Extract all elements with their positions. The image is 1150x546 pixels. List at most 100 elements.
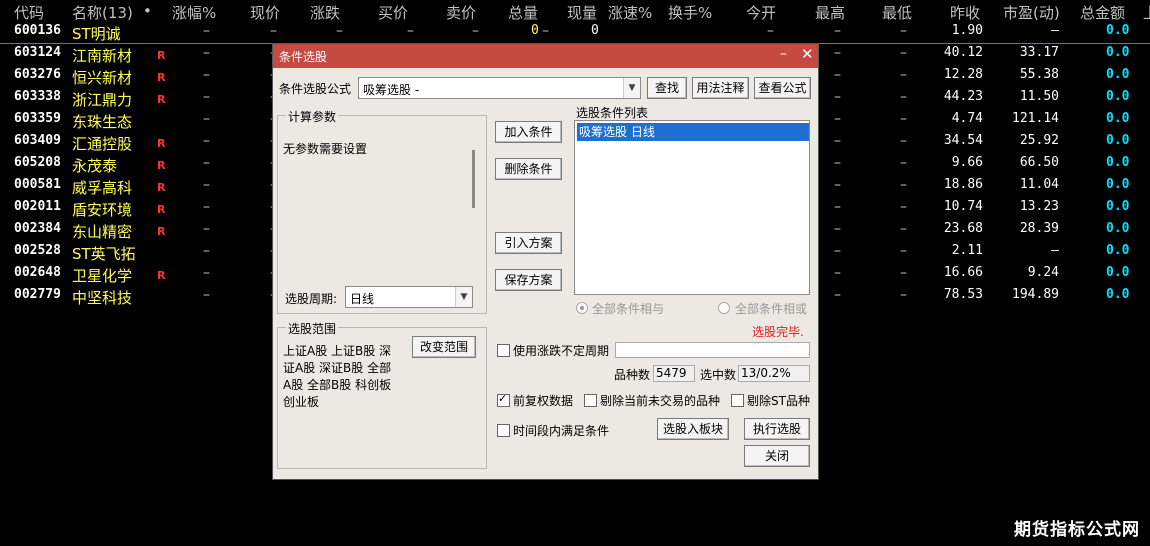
formula-value: 吸筹选股 - [363, 83, 420, 97]
pre-close: 1.90 [951, 23, 983, 38]
col-low[interactable]: 最低 [882, 2, 912, 23]
col-bid[interactable]: 买价 [378, 2, 408, 23]
pre-adjust-checkbox[interactable] [497, 392, 510, 407]
period-label: 选股周期: [285, 292, 338, 306]
range-line: 上证A股 上证B股 深 [283, 344, 392, 358]
col-price[interactable]: 现价 [250, 2, 280, 23]
dialog-titlebar[interactable]: 条件选股 – ✕ [273, 44, 818, 68]
pre-close: 4.74 [951, 111, 983, 126]
close-button[interactable]: 关闭 [744, 445, 810, 467]
change-range-button[interactable]: 改变范围 [412, 336, 476, 358]
close-icon[interactable]: ✕ [801, 45, 814, 63]
empty-cell: – [203, 155, 210, 171]
stock-name: ST明诚 [72, 25, 121, 43]
exclude-st-checkbox[interactable] [731, 394, 744, 407]
empty-cell: – [834, 199, 841, 215]
col-more[interactable]: 上 [1143, 2, 1150, 23]
total-volume: 0 [531, 23, 539, 38]
pe-ratio: – [1051, 243, 1059, 258]
all-or-label: 全部条件相或 [735, 302, 808, 316]
view-formula-button[interactable]: 查看公式 [754, 77, 811, 99]
all-and-radio[interactable] [576, 302, 588, 314]
empty-cell: – [270, 23, 277, 39]
total-amount: 0.0 [1106, 45, 1130, 60]
range-line: 证A股 深证B股 全部 [283, 361, 392, 375]
run-select-button[interactable]: 执行选股 [744, 418, 810, 440]
rights-badge: R [157, 225, 166, 238]
add-condition-button[interactable]: 加入条件 [495, 121, 562, 143]
col-high[interactable]: 最高 [815, 2, 845, 23]
use-period-checkbox[interactable] [497, 344, 510, 357]
calc-params-group: 计算参数 无参数需要设置 选股周期: 日线 ▼ [277, 108, 487, 314]
empty-cell: – [203, 111, 210, 127]
exclude-untraded-checkbox[interactable] [584, 394, 597, 407]
pe-ratio: 194.89 [1012, 287, 1059, 302]
col-pe[interactable]: 市盈(动) [1003, 2, 1060, 23]
empty-cell: – [203, 23, 210, 39]
col-speed[interactable]: 涨速% [608, 2, 652, 23]
find-button[interactable]: 查找 [647, 77, 687, 99]
pre-adjust-label: 前复权数据 [513, 394, 574, 408]
stock-name: 恒兴新材 [72, 69, 133, 87]
empty-cell: – [834, 89, 841, 105]
empty-cell: – [834, 243, 841, 259]
condition-list[interactable]: 吸筹选股 日线 [574, 120, 810, 295]
empty-cell: – [203, 243, 210, 259]
rights-badge: R [157, 71, 166, 84]
to-board-button[interactable]: 选股入板块 [657, 418, 729, 440]
all-or-radio[interactable] [718, 302, 730, 314]
usage-button[interactable]: 用法注释 [692, 77, 749, 99]
pre-close: 2.11 [951, 243, 983, 258]
empty-cell: – [203, 265, 210, 281]
empty-cell: – [900, 111, 907, 127]
empty-cell: – [834, 265, 841, 281]
empty-cell: – [203, 89, 210, 105]
select-range-label: 选股范围 [286, 320, 339, 337]
empty-cell: – [336, 23, 343, 39]
table-row[interactable]: 600136 ST明诚 – – – – – – – – –0 0 1.90–0.0 [0, 21, 1150, 44]
pe-ratio: 33.17 [1019, 45, 1059, 60]
empty-cell: – [900, 199, 907, 215]
col-total-vol[interactable]: 总量 [508, 2, 538, 23]
time-range-checkbox[interactable] [497, 424, 510, 437]
time-range-label: 时间段内满足条件 [513, 424, 610, 438]
stock-name: 永茂泰 [72, 157, 118, 175]
save-plan-button[interactable]: 保存方案 [495, 269, 562, 291]
col-change[interactable]: 涨跌 [310, 2, 340, 23]
stock-name: 卫星化学 [72, 267, 133, 285]
col-code[interactable]: 代码 [14, 2, 44, 23]
col-ask[interactable]: 卖价 [446, 2, 476, 23]
total-amount: 0.0 [1106, 133, 1130, 148]
chevron-down-icon[interactable]: ▼ [623, 78, 640, 98]
total-amount: 0.0 [1106, 89, 1130, 104]
col-turnover[interactable]: 换手% [668, 2, 712, 23]
total-amount: 0.0 [1106, 265, 1130, 280]
empty-cell: – [834, 155, 841, 171]
params-scrollbar[interactable] [472, 150, 475, 208]
period-input[interactable] [615, 342, 810, 358]
empty-cell: – [203, 221, 210, 237]
formula-select[interactable]: 吸筹选股 - ▼ [358, 77, 641, 99]
stock-code: 605208 [14, 155, 61, 170]
stock-name: 浙江鼎力 [72, 91, 133, 109]
pre-close: 40.12 [943, 45, 983, 60]
col-name[interactable]: 名称(13) [72, 2, 133, 23]
col-amount[interactable]: 总金额 [1080, 2, 1125, 23]
minimize-icon[interactable]: – [780, 46, 787, 62]
chevron-down-icon[interactable]: ▼ [455, 287, 472, 307]
condition-list-item[interactable]: 吸筹选股 日线 [577, 123, 809, 141]
condition-list-label: 选股条件列表 [576, 106, 649, 120]
import-plan-button[interactable]: 引入方案 [495, 232, 562, 254]
total-amount: 0.0 [1106, 243, 1130, 258]
total-amount: 0.0 [1106, 111, 1130, 126]
col-open[interactable]: 今开 [746, 2, 776, 23]
period-value: 日线 [350, 292, 375, 306]
period-select[interactable]: 日线 ▼ [345, 286, 473, 308]
empty-cell: – [472, 23, 479, 39]
current-volume: 0 [591, 23, 599, 38]
col-pre-close[interactable]: 昨收 [950, 2, 980, 23]
delete-condition-button[interactable]: 删除条件 [495, 158, 562, 180]
col-cur-vol[interactable]: 现量 [567, 2, 597, 23]
empty-cell: – [203, 199, 210, 215]
col-change-pct[interactable]: 涨幅% [172, 2, 216, 23]
